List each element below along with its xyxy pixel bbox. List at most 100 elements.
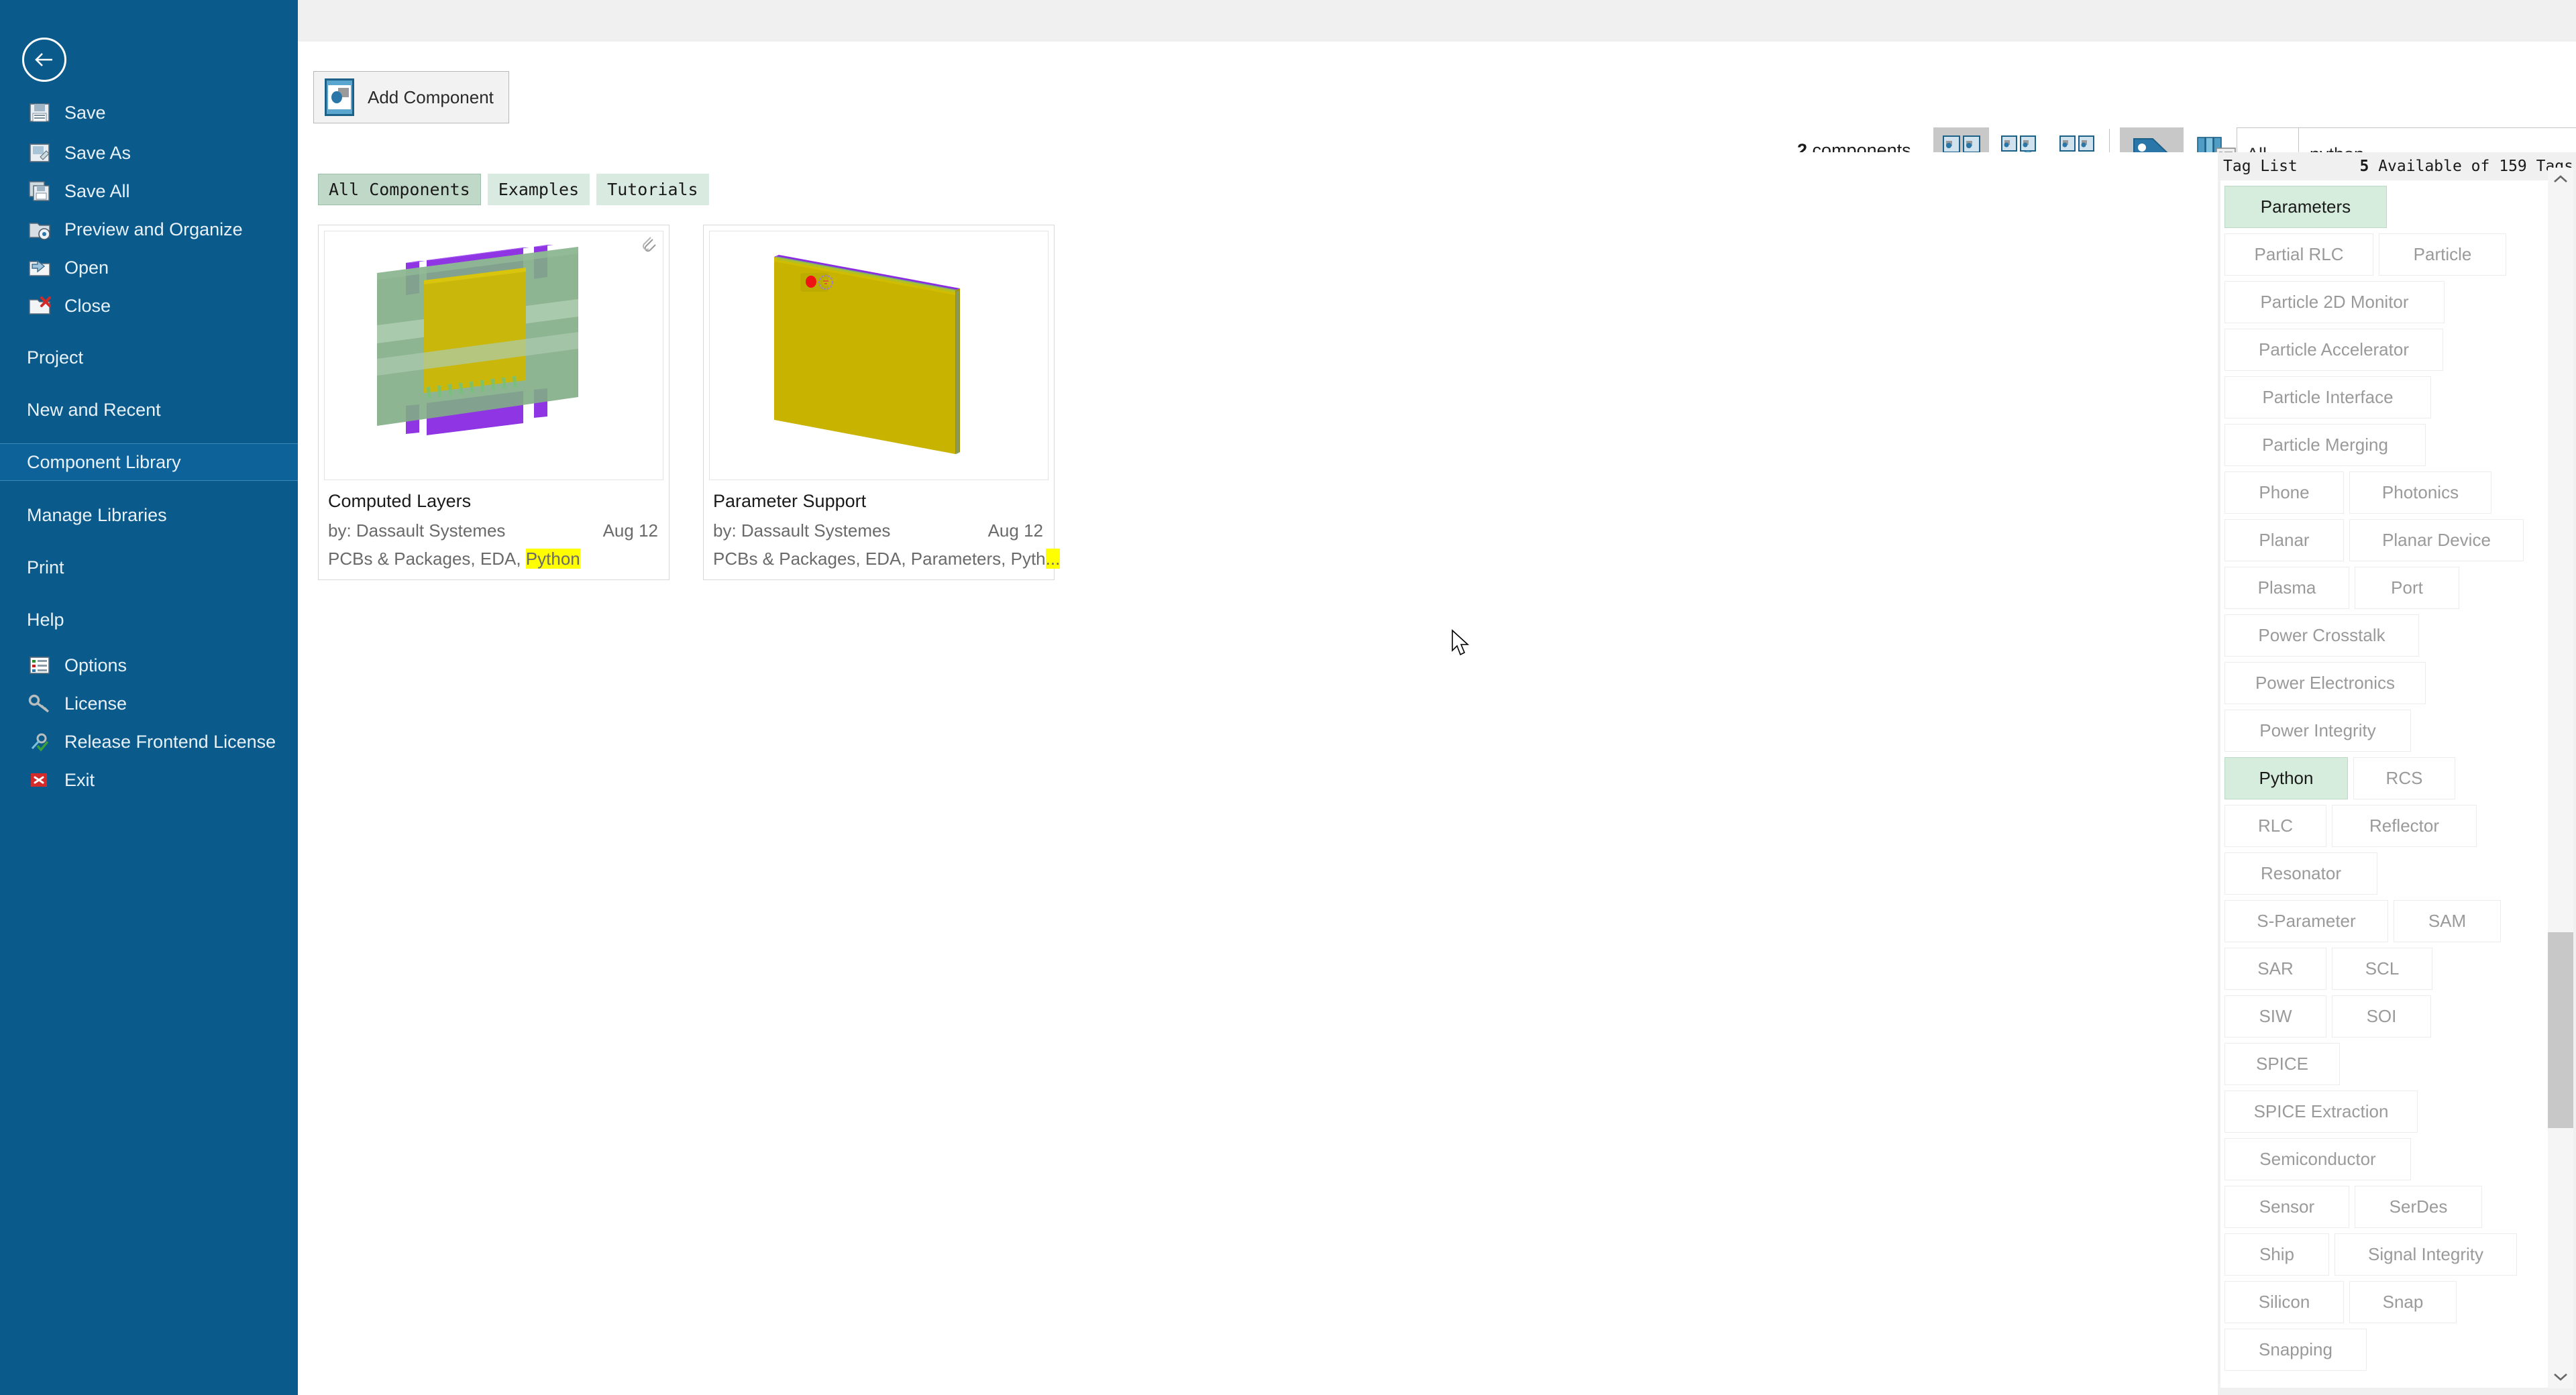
sidebar-item-close[interactable]: Close: [0, 287, 298, 325]
tag-chip-parameters[interactable]: Parameters: [2224, 186, 2387, 228]
tag-chip-power-crosstalk[interactable]: Power Crosstalk: [2224, 614, 2419, 657]
sidebar-item-options[interactable]: Options: [0, 647, 298, 684]
component-card[interactable]: Computed Layers by: Dassault Systemes Aug …: [318, 225, 669, 580]
tag-chip-snap[interactable]: Snap: [2349, 1281, 2457, 1323]
component-author: by: Dassault Systemes: [328, 520, 506, 541]
tag-row: Silicon Snap: [2224, 1281, 2545, 1323]
tag-chip-planar-device[interactable]: Planar Device: [2349, 519, 2524, 561]
sidebar-item-label: Component Library: [27, 451, 181, 472]
tag-chip-rcs[interactable]: RCS: [2353, 757, 2455, 799]
tag-chip-signal-integrity[interactable]: Signal Integrity: [2334, 1233, 2517, 1276]
tag-chip-plasma[interactable]: Plasma: [2224, 567, 2349, 609]
chevron-up-icon: [2554, 175, 2567, 182]
tag-chip-spice[interactable]: SPICE: [2224, 1043, 2340, 1085]
tag-chip-power-electronics[interactable]: Power Electronics: [2224, 662, 2426, 704]
tag-chip-sensor[interactable]: Sensor: [2224, 1186, 2349, 1228]
tab-all-components[interactable]: All Components: [318, 174, 481, 205]
component-card[interactable]: Parameter Support by: Dassault Systemes Au…: [703, 225, 1061, 580]
tag-chip-particle-2d-monitor[interactable]: Particle 2D Monitor: [2224, 281, 2445, 323]
sidebar-item-new-and-recent[interactable]: New and Recent: [0, 391, 298, 429]
sidebar-item-print[interactable]: Print: [0, 549, 298, 586]
tag-row: Particle Interface: [2224, 376, 2545, 418]
tag-chip-phone[interactable]: Phone: [2224, 471, 2344, 514]
tab-examples[interactable]: Examples: [487, 174, 590, 205]
tag-chip-rlc[interactable]: RLC: [2224, 805, 2326, 847]
backstage-sidebar: Save Save As Save All Preview and Organize O…: [0, 0, 298, 1395]
component-browser: All Components Examples Tutorials Comput…: [298, 152, 2218, 1395]
tag-chip-semiconductor[interactable]: Semiconductor: [2224, 1138, 2411, 1180]
sidebar-item-save-as[interactable]: Save As: [0, 134, 298, 172]
tag-row: SIW SOI: [2224, 995, 2545, 1038]
scroll-up-button[interactable]: [2548, 168, 2573, 190]
sidebar-item-help[interactable]: Help: [0, 601, 298, 638]
tag-chip-snapping[interactable]: Snapping: [2224, 1329, 2367, 1371]
component-tags-highlight: ...: [1045, 549, 1061, 569]
exit-icon: [25, 768, 54, 792]
tag-chip-photonics[interactable]: Photonics: [2349, 471, 2491, 514]
sidebar-item-label: License: [64, 693, 127, 714]
component-date: Aug 12: [987, 520, 1043, 541]
tag-row: Ship Signal Integrity: [2224, 1233, 2545, 1276]
tag-row: Power Crosstalk: [2224, 614, 2545, 657]
sidebar-item-label: Exit: [64, 769, 95, 790]
tag-chip-planar[interactable]: Planar: [2224, 519, 2344, 561]
tab-tutorials[interactable]: Tutorials: [596, 174, 709, 205]
sidebar-item-license[interactable]: License: [0, 685, 298, 722]
tag-chip-resonator[interactable]: Resonator: [2224, 852, 2377, 895]
sidebar-item-preview-and-organize[interactable]: Preview and Organize: [0, 211, 298, 248]
back-button[interactable]: [22, 38, 66, 82]
tag-chip-partial-rlc[interactable]: Partial RLC: [2224, 233, 2373, 276]
sidebar-item-label: Print: [27, 557, 64, 577]
tag-chip-reflector[interactable]: Reflector: [2332, 805, 2477, 847]
tag-chip-serdes[interactable]: SerDes: [2355, 1186, 2482, 1228]
add-component-button[interactable]: Add Component: [313, 71, 509, 123]
tag-chip-siw[interactable]: SIW: [2224, 995, 2326, 1038]
add-component-label: Add Component: [368, 87, 494, 107]
component-thumbnail: [324, 231, 663, 480]
floppy-disk-icon: [25, 101, 54, 125]
tag-chip-particle-merging[interactable]: Particle Merging: [2224, 424, 2426, 466]
tag-list-header: Tag List 5 Available of 159 Tags: [2218, 152, 2576, 180]
tag-chip-particle-accelerator[interactable]: Particle Accelerator: [2224, 329, 2443, 371]
tag-chip-particle[interactable]: Particle: [2379, 233, 2506, 276]
tag-chip-ship[interactable]: Ship: [2224, 1233, 2329, 1276]
tag-chip-sam[interactable]: SAM: [2394, 900, 2501, 942]
tag-list-scrollbar[interactable]: [2548, 168, 2573, 1388]
tag-chip-silicon[interactable]: Silicon: [2224, 1281, 2344, 1323]
component-author: by: Dassault Systemes: [713, 520, 891, 541]
sidebar-item-save-all[interactable]: Save All: [0, 172, 298, 210]
tag-row: Partial RLC Particle: [2224, 233, 2545, 276]
category-tabs: All Components Examples Tutorials: [318, 174, 709, 205]
sidebar-item-label: Close: [64, 295, 111, 316]
tag-row: Power Integrity: [2224, 710, 2545, 752]
tag-row: S-Parameter SAM: [2224, 900, 2545, 942]
tag-chip-particle-interface[interactable]: Particle Interface: [2224, 376, 2431, 418]
tag-row: Particle 2D Monitor: [2224, 281, 2545, 323]
tag-chip-spice-extraction[interactable]: SPICE Extraction: [2224, 1091, 2418, 1133]
sidebar-item-save[interactable]: Save: [0, 94, 298, 131]
tag-chip-python[interactable]: Python: [2224, 757, 2348, 799]
add-component-icon: [325, 78, 354, 116]
tag-chip-port[interactable]: Port: [2355, 567, 2459, 609]
tag-chip-scl[interactable]: SCL: [2332, 948, 2432, 990]
back-arrow-icon: [35, 53, 52, 66]
tag-chip-soi[interactable]: SOI: [2332, 995, 2431, 1038]
component-card-grid: Computed Layers by: Dassault Systemes Aug …: [318, 225, 1061, 580]
scrollbar-thumb[interactable]: [2548, 932, 2573, 1128]
sidebar-item-open[interactable]: Open: [0, 249, 298, 286]
sidebar-item-label: Preview and Organize: [64, 219, 243, 239]
scroll-down-button[interactable]: [2548, 1365, 2573, 1388]
sidebar-item-label: Save: [64, 102, 106, 123]
save-as-icon: [25, 141, 54, 165]
tag-chip-sar[interactable]: SAR: [2224, 948, 2326, 990]
sidebar-item-component-library[interactable]: Component Library: [0, 443, 298, 481]
sidebar-item-release-frontend-license[interactable]: Release Frontend License: [0, 723, 298, 761]
close-folder-icon: [25, 294, 54, 318]
sidebar-item-exit[interactable]: Exit: [0, 761, 298, 799]
sidebar-item-manage-libraries[interactable]: Manage Libraries: [0, 496, 298, 534]
sidebar-item-project[interactable]: Project: [0, 339, 298, 376]
tag-row: SPICE: [2224, 1043, 2545, 1085]
tag-chip-power-integrity[interactable]: Power Integrity: [2224, 710, 2411, 752]
tag-row: Semiconductor: [2224, 1138, 2545, 1180]
tag-chip-s-parameter[interactable]: S-Parameter: [2224, 900, 2388, 942]
